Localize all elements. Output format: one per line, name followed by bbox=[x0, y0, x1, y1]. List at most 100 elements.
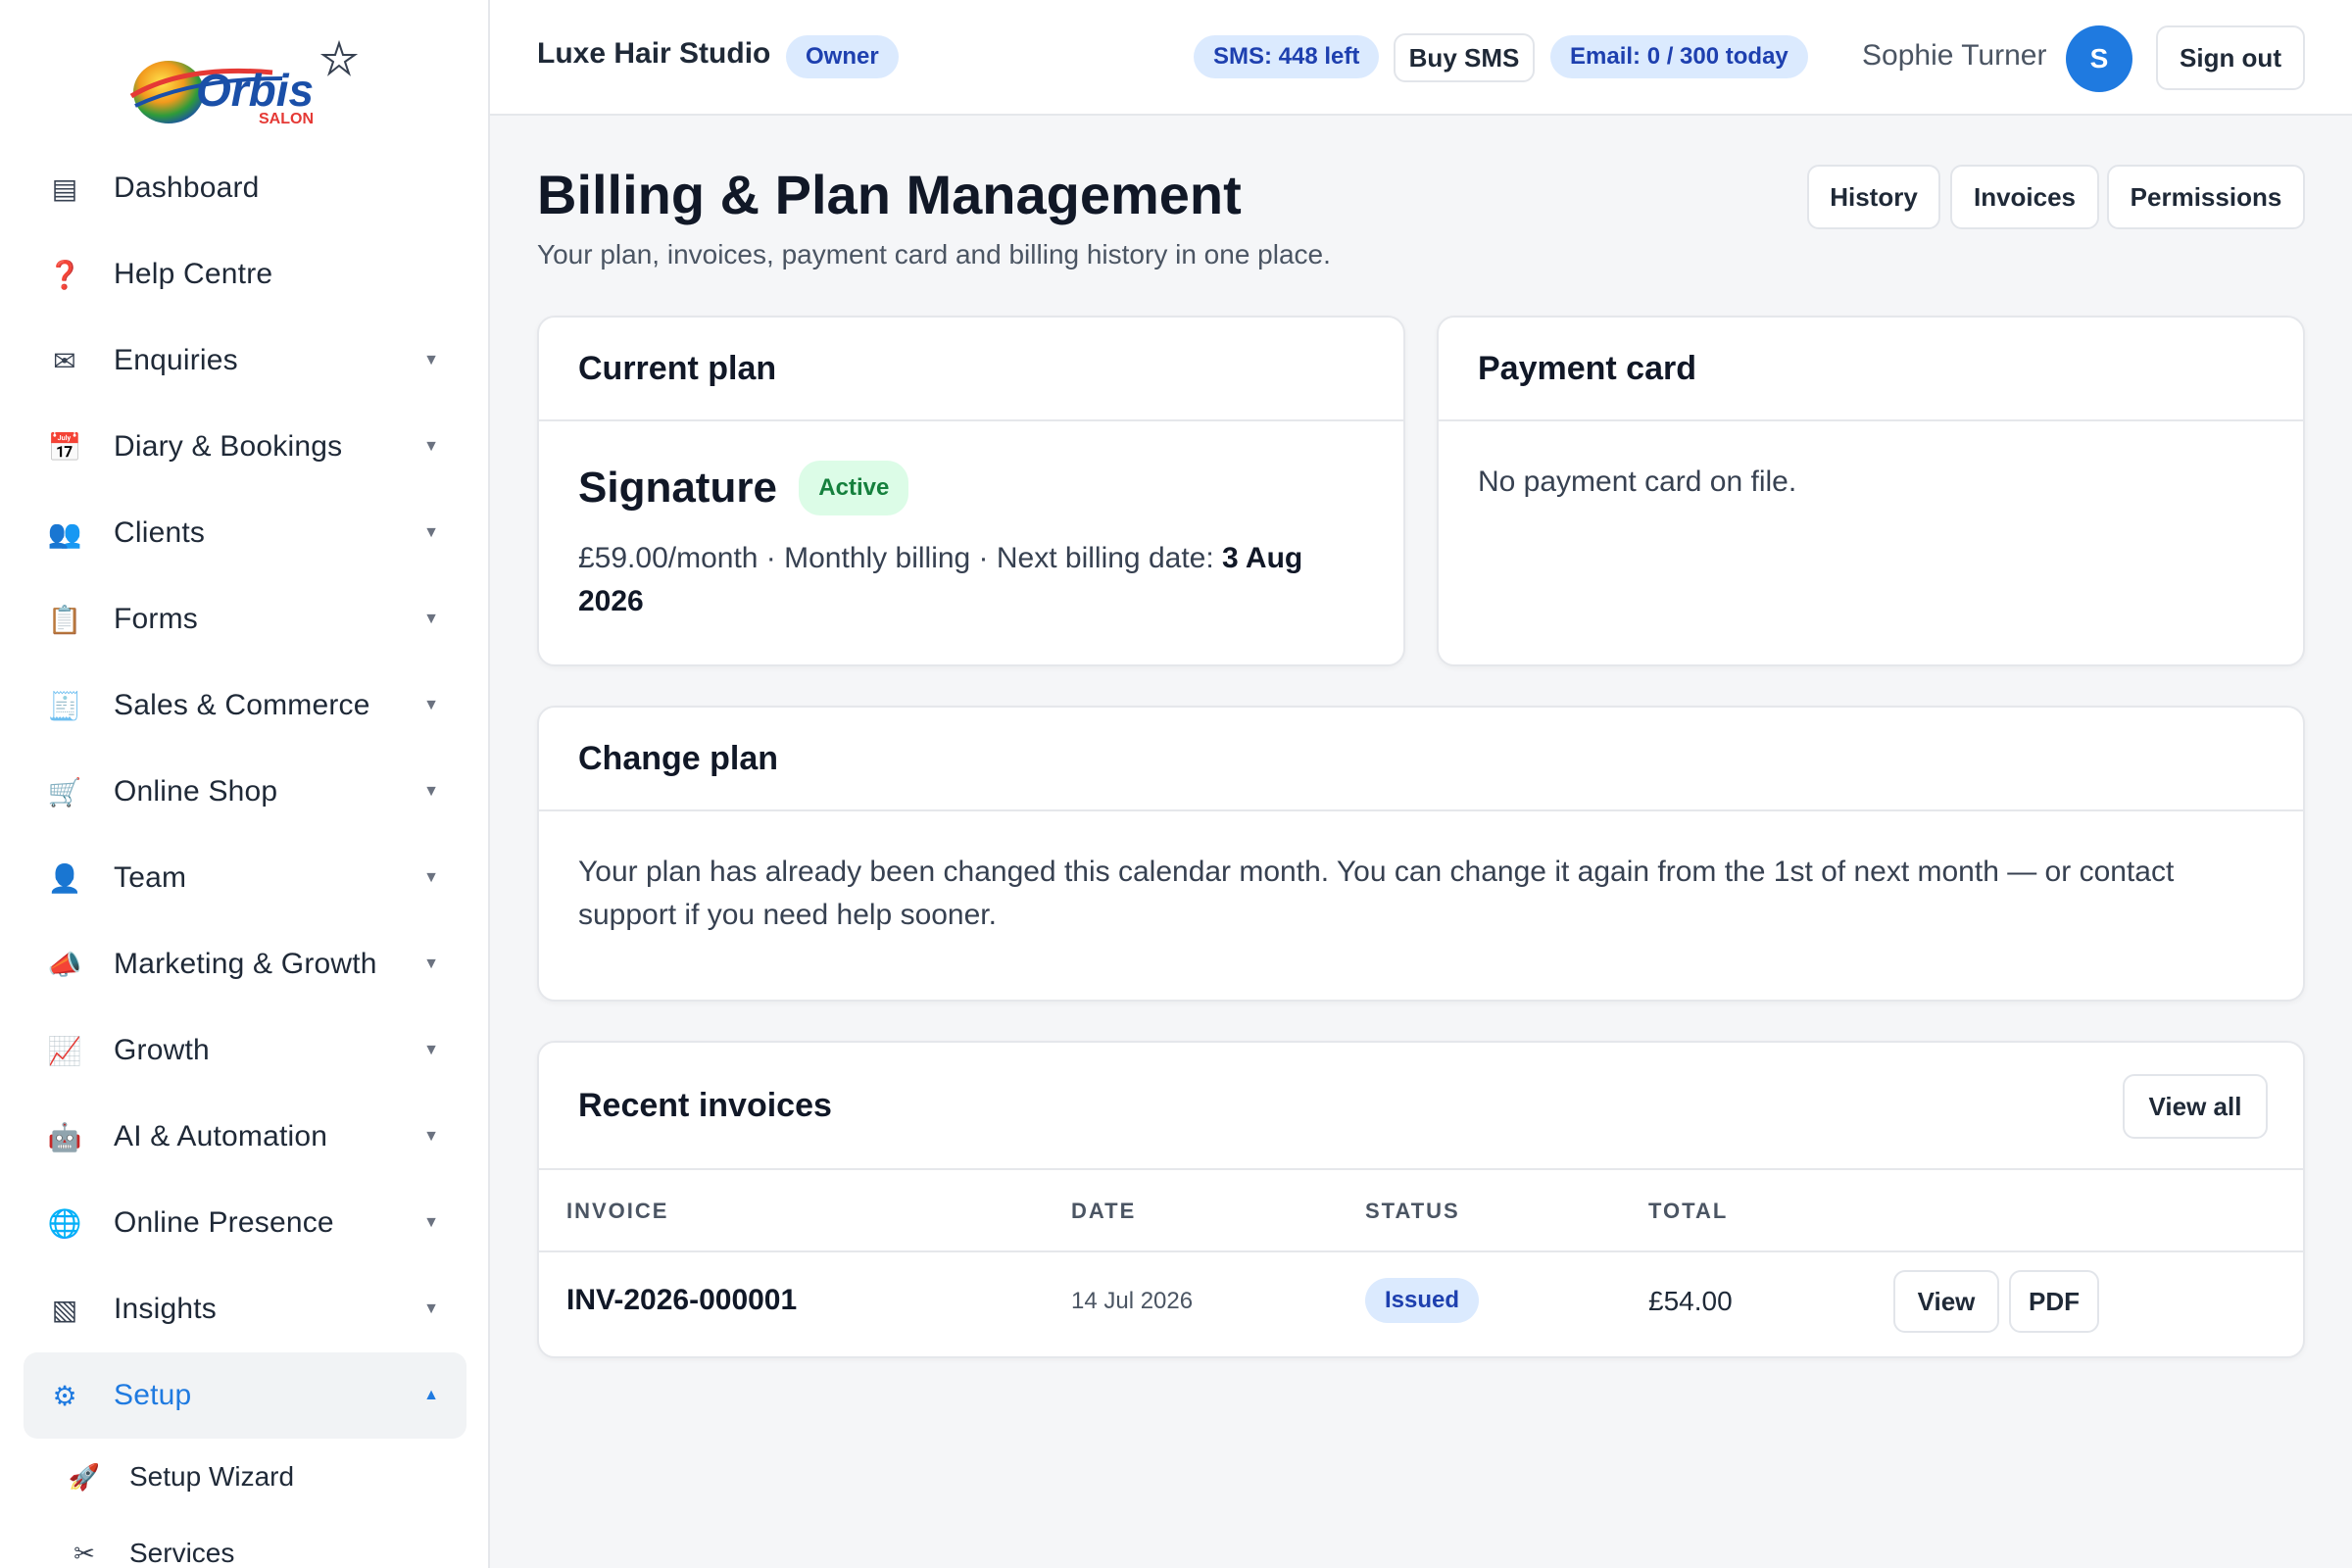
invoice-total: £54.00 bbox=[1648, 1286, 1733, 1316]
sidebar-item-label: Diary & Bookings bbox=[114, 430, 343, 463]
plan-status-badge: Active bbox=[799, 461, 909, 515]
page-subtitle: Your plan, invoices, payment card and bi… bbox=[537, 239, 1331, 270]
sidebar-item-ai-automation[interactable]: 🤖 AI & Automation ▼ bbox=[24, 1094, 466, 1180]
sidebar-item-label: Setup bbox=[114, 1379, 192, 1411]
sidebar-item-forms[interactable]: 📋 Forms ▼ bbox=[24, 576, 466, 662]
current-plan-card: Current plan Signature Active £59.00/mon… bbox=[537, 316, 1405, 666]
plan-name: Signature bbox=[578, 464, 777, 512]
chevron-up-icon: ▲ bbox=[423, 1387, 439, 1403]
avatar[interactable]: S bbox=[2066, 25, 2132, 92]
sidebar-subitem-setup-wizard[interactable]: 🚀 Setup Wizard bbox=[24, 1439, 466, 1515]
robot-icon: 🤖 bbox=[47, 1121, 82, 1152]
sidebar-subitem-label: Services bbox=[129, 1538, 235, 1568]
chevron-down-icon: ▼ bbox=[423, 697, 439, 713]
chevron-down-icon: ▼ bbox=[423, 783, 439, 800]
orbis-salon-logo[interactable]: Orbis SALON bbox=[125, 35, 361, 129]
column-header-date: DATE bbox=[1071, 1199, 1137, 1223]
chevron-down-icon: ▼ bbox=[423, 1042, 439, 1058]
calendar-icon: 📅 bbox=[47, 431, 82, 463]
payment-card-heading: Payment card bbox=[1439, 318, 2303, 421]
sign-out-button[interactable]: Sign out bbox=[2156, 25, 2305, 90]
sidebar-item-growth[interactable]: 📈 Growth ▼ bbox=[24, 1007, 466, 1094]
sms-balance-badge: SMS: 448 left bbox=[1194, 35, 1380, 78]
payment-card-message: No payment card on file. bbox=[1478, 466, 1797, 498]
sidebar-item-team[interactable]: 👤 Team ▼ bbox=[24, 835, 466, 921]
sidebar-item-label: Online Presence bbox=[114, 1206, 334, 1239]
globe-icon: 🌐 bbox=[47, 1207, 82, 1239]
help-icon: ❓ bbox=[47, 259, 82, 290]
change-plan-card: Change plan Your plan has already been c… bbox=[537, 706, 2305, 1002]
download-pdf-button[interactable]: PDF bbox=[2009, 1270, 2099, 1333]
plan-details: £59.00/month · Monthly billing · Next bi… bbox=[578, 537, 1364, 623]
column-header-total: TOTAL bbox=[1648, 1199, 1729, 1223]
sidebar-item-insights[interactable]: ▧ Insights ▼ bbox=[24, 1266, 466, 1352]
view-invoice-button[interactable]: View bbox=[1893, 1270, 1999, 1333]
envelope-icon: ✉ bbox=[53, 345, 76, 376]
chevron-down-icon: ▼ bbox=[423, 1300, 439, 1317]
sidebar-item-label: Help Centre bbox=[114, 258, 273, 290]
studio-name: Luxe Hair Studio bbox=[537, 37, 771, 70]
insights-icon: ▧ bbox=[51, 1294, 78, 1325]
role-badge: Owner bbox=[786, 35, 899, 78]
chevron-down-icon: ▼ bbox=[423, 1214, 439, 1231]
sidebar-item-label: Dashboard bbox=[114, 172, 260, 204]
rocket-icon: 🚀 bbox=[68, 1461, 101, 1492]
sidebar-item-online-shop[interactable]: 🛒 Online Shop ▼ bbox=[24, 749, 466, 835]
sidebar-item-label: Online Shop bbox=[114, 775, 278, 808]
svg-text:SALON: SALON bbox=[259, 111, 314, 127]
user-icon: 👤 bbox=[47, 862, 82, 894]
sidebar-item-sales-commerce[interactable]: 🧾 Sales & Commerce ▼ bbox=[24, 662, 466, 749]
svg-text:Orbis: Orbis bbox=[196, 65, 314, 116]
history-button[interactable]: History bbox=[1807, 165, 1940, 229]
chevron-down-icon: ▼ bbox=[423, 611, 439, 627]
sidebar-item-label: Sales & Commerce bbox=[114, 689, 370, 721]
invoice-number[interactable]: INV-2026-000001 bbox=[566, 1280, 797, 1321]
sidebar-item-label: Marketing & Growth bbox=[114, 948, 377, 980]
chevron-down-icon: ▼ bbox=[423, 438, 439, 455]
sidebar-item-clients[interactable]: 👥 Clients ▼ bbox=[24, 490, 466, 576]
gear-icon: ⚙ bbox=[52, 1380, 77, 1411]
receipt-icon: 🧾 bbox=[47, 690, 82, 721]
sidebar-item-help-centre[interactable]: ❓ Help Centre bbox=[24, 231, 466, 318]
view-all-invoices-button[interactable]: View all bbox=[2123, 1074, 2268, 1139]
megaphone-icon: 📣 bbox=[47, 949, 82, 980]
buy-sms-button[interactable]: Buy SMS bbox=[1394, 33, 1535, 82]
scissors-icon: ✂ bbox=[74, 1538, 95, 1568]
sidebar-item-enquiries[interactable]: ✉ Enquiries ▼ bbox=[24, 318, 466, 404]
clipboard-icon: 📋 bbox=[47, 604, 82, 635]
sidebar-subitem-label: Setup Wizard bbox=[129, 1461, 295, 1492]
chevron-down-icon: ▼ bbox=[423, 352, 439, 368]
payment-card-panel: Payment card No payment card on file. bbox=[1437, 316, 2305, 666]
page-title: Billing & Plan Management bbox=[537, 164, 1242, 225]
top-header: Luxe Hair Studio Owner SMS: 448 left Buy… bbox=[490, 0, 2352, 116]
sidebar-item-label: Enquiries bbox=[114, 344, 238, 376]
permissions-button[interactable]: Permissions bbox=[2107, 165, 2305, 229]
invoices-button[interactable]: Invoices bbox=[1950, 165, 2099, 229]
clients-icon: 👥 bbox=[47, 517, 82, 549]
sidebar-item-label: Insights bbox=[114, 1293, 217, 1325]
column-header-invoice: INVOICE bbox=[566, 1199, 669, 1223]
sidebar-nav: ▤ Dashboard ❓ Help Centre ✉ Enquiries ▼ … bbox=[24, 145, 466, 1568]
dashboard-icon: ▤ bbox=[51, 172, 78, 204]
invoice-date: 14 Jul 2026 bbox=[1071, 1288, 1194, 1314]
cart-icon: 🛒 bbox=[47, 776, 82, 808]
sidebar-item-dashboard[interactable]: ▤ Dashboard bbox=[24, 145, 466, 231]
sidebar-item-setup[interactable]: ⚙ Setup ▲ bbox=[24, 1352, 466, 1439]
sidebar-subitem-services[interactable]: ✂ Services bbox=[24, 1515, 466, 1568]
sidebar-item-label: Team bbox=[114, 861, 187, 894]
change-plan-heading: Change plan bbox=[539, 708, 2303, 811]
change-plan-message: Your plan has already been changed this … bbox=[578, 856, 2175, 931]
chart-up-icon: 📈 bbox=[47, 1035, 82, 1066]
chevron-down-icon: ▼ bbox=[423, 1128, 439, 1145]
sidebar-item-diary-bookings[interactable]: 📅 Diary & Bookings ▼ bbox=[24, 404, 466, 490]
plan-billing-text: £59.00/month · Monthly billing · Next bi… bbox=[578, 542, 1223, 574]
sidebar-item-online-presence[interactable]: 🌐 Online Presence ▼ bbox=[24, 1180, 466, 1266]
sidebar-item-marketing-growth[interactable]: 📣 Marketing & Growth ▼ bbox=[24, 921, 466, 1007]
recent-invoices-heading: Recent invoices bbox=[539, 1043, 2303, 1170]
column-header-status: STATUS bbox=[1365, 1199, 1460, 1223]
current-plan-heading: Current plan bbox=[539, 318, 1403, 421]
table-divider bbox=[539, 1250, 2303, 1252]
sidebar-item-label: AI & Automation bbox=[114, 1120, 328, 1152]
sidebar-item-label: Growth bbox=[114, 1034, 210, 1066]
sidebar-item-label: Clients bbox=[114, 516, 206, 549]
